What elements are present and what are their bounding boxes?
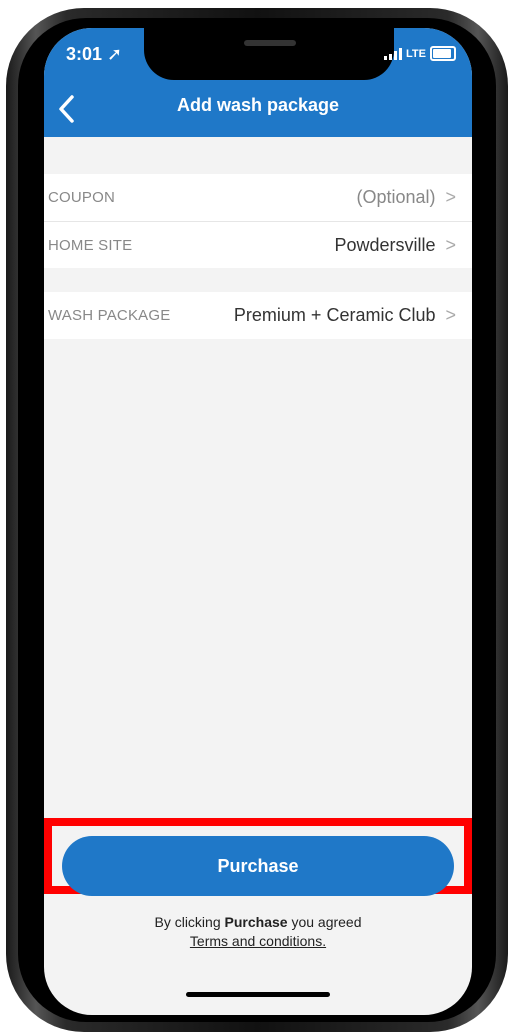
status-indicators: LTE (384, 46, 456, 61)
coupon-label: COUPON (48, 189, 116, 206)
wash-package-row[interactable]: WASH PACKAGE Premium + Ceramic Club > (44, 292, 472, 339)
page-title: Add wash package (176, 95, 340, 115)
agreement-bold: Purchase (224, 914, 288, 930)
notch (144, 28, 394, 80)
home-site-row[interactable]: HOME SITE Powdersville > (44, 221, 472, 268)
location-arrow-icon: ➚ (107, 44, 123, 64)
speaker (244, 40, 296, 46)
chevron-right-icon: > (445, 187, 456, 207)
signal-icon (384, 47, 403, 60)
chevron-right-icon: > (445, 234, 456, 255)
wash-package-value: Premium + Ceramic Club (233, 305, 436, 325)
agreement-prefix: By clicking (154, 914, 221, 930)
wash-package-label: WASH PACKAGE (48, 307, 171, 324)
purchase-button-label: Purchase (217, 855, 299, 876)
app-header: 3:01 ➚ LTE Add wash package (44, 28, 472, 137)
phone-screen: 3:01 ➚ LTE Add wash package COUPON (Opti… (44, 28, 472, 1015)
home-site-value: Powdersville (334, 234, 436, 255)
purchase-button[interactable]: Purchase (62, 836, 454, 896)
home-site-label: HOME SITE (48, 236, 133, 254)
coupon-value: (Optional) (356, 187, 436, 207)
home-indicator[interactable] (186, 992, 330, 997)
agreement-text: By clicking Purchase you agreed Terms an… (44, 913, 472, 951)
coupon-site-group: COUPON (Optional) > HOME SITE Powdersvil… (44, 174, 472, 268)
coupon-row[interactable]: COUPON (Optional) > (44, 174, 472, 221)
network-type: LTE (406, 47, 426, 60)
chevron-right-icon: > (445, 305, 456, 325)
battery-icon (430, 46, 456, 61)
agreement-suffix: you agreed (291, 914, 362, 930)
status-time: 3:01 ➚ (66, 44, 123, 64)
terms-link[interactable]: Terms and conditions. (190, 933, 326, 949)
wash-package-group: WASH PACKAGE Premium + Ceramic Club > (44, 292, 472, 339)
